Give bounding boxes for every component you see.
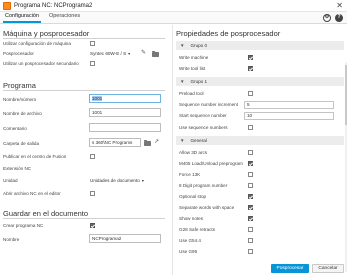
close-icon[interactable]: ✕ [336,1,343,10]
prop-label: Optional stop [179,194,207,199]
open-folder-icon[interactable]: ↗ [154,139,159,145]
divider [3,38,165,39]
collapse-triangle-icon: ▼ [180,43,185,48]
filename-label: Nombre de archivo [3,111,42,116]
nc-extension-input[interactable] [89,163,161,172]
comment-input[interactable] [89,123,161,132]
nc-extension-label: Extensión NC [3,166,32,171]
filename-input[interactable]: 1001 [89,108,161,117]
prop-label: Force 13K [179,172,201,177]
open-nc-checkbox[interactable] [90,191,95,196]
open-nc-label: Abrir archivo NC en el editor [3,191,61,196]
help-icon[interactable]: ? [335,14,343,22]
prop-label: M405 Load/Unload preprogram [179,161,243,166]
separate-words-checkbox[interactable] [248,205,253,210]
cancel-button[interactable]: Cancelar [312,264,344,273]
unit-value: Unidades de documento [90,178,140,183]
tab-configuracion[interactable]: Configuración [0,11,44,23]
force-13k-checkbox[interactable] [248,172,253,177]
postprocessor-label: Posprocesador [3,51,34,56]
eight-digit-checkbox[interactable] [248,183,253,188]
name-input[interactable]: NCPrograma2 [89,234,161,243]
prop-label: Use sequence numbers [179,125,228,130]
secondary-pp-label: Utilizar un posprocesador secundario [3,61,79,66]
chevron-down-icon: ▾ [141,178,144,183]
prop-label: Write tool list [179,66,206,71]
folder-icon[interactable] [152,50,159,57]
allow-3d-arcs-checkbox[interactable] [248,150,253,155]
prop-label: Write machine [179,55,209,60]
create-program-label: Crear programa NC [3,223,44,228]
prop-label: Separate words with space [179,205,235,210]
show-notes-checkbox[interactable] [248,216,253,221]
prop-label: Sequence number increment [179,102,238,107]
start-sequence-input[interactable]: 10 [244,112,334,120]
prop-label: Show notes [179,216,204,221]
left-panel: Máquina y posprocesador Utilizar configu… [0,25,170,275]
tab-operaciones[interactable]: Operaciones [44,11,85,23]
write-machine-checkbox[interactable] [248,55,253,60]
m405-checkbox[interactable] [248,161,253,166]
group-name: Grupo 0 [190,43,208,48]
edit-pencil-icon[interactable]: ✎ [141,50,146,56]
app-icon [3,1,11,10]
prop-label: Preload tool [179,91,204,96]
divider [3,218,165,219]
chevron-down-icon: ▾ [128,51,131,56]
properties-title: Propiedades de posprocesador [176,29,281,38]
prop-label: Start sequence number [179,113,227,118]
output-folder-label: Carpeta de salida [3,141,40,146]
window-title: Programa NC: NCPrograma2 [14,2,93,9]
prop-label: 8 Digit program number [179,183,228,188]
prop-label: Use G54.4 [179,238,201,243]
unit-label: Unidad [3,178,18,183]
optional-stop-checkbox[interactable] [248,194,253,199]
post-button[interactable]: Posprocesar [271,264,309,273]
machine-section-title: Máquina y posprocesador [3,29,90,38]
g28-checkbox[interactable] [248,227,253,232]
collapse-triangle-icon: ▼ [180,138,185,143]
comment-label: Comentario [3,126,27,131]
prop-label: G28 Safe retracts [179,227,216,232]
prop-label: Use G95 [179,249,198,254]
properties-panel: Propiedades de posprocesador ▼ Grupo 0 W… [172,25,347,275]
group-name: General [190,138,207,143]
prop-label: Allow 3D arcs [179,150,208,155]
unit-select[interactable]: Unidades de documento ▾ [90,178,144,183]
name-label: Nombre [3,237,20,242]
post-to-fusion-label: Publicar en el centro de Fusion [3,154,67,159]
group-header-general[interactable]: ▼ General [176,136,344,145]
preload-tool-checkbox[interactable] [248,91,253,96]
group-name: Grupo 1 [190,79,208,84]
number-value: 1001 [92,96,103,101]
postprocessor-select[interactable]: Syntec 60W-E / S ▾ [90,51,130,56]
divider [3,90,165,91]
tab-bar: Configuración Operaciones [0,12,347,24]
number-input[interactable]: 1001 [89,94,161,103]
group-header-grupo-0[interactable]: ▼ Grupo 0 [176,41,344,50]
use-machine-config-label: Utilizar configuración de máquina [3,41,71,46]
use-g544-checkbox[interactable] [248,238,253,243]
write-tool-list-checkbox[interactable] [248,66,253,71]
save-section-title: Guardar en el documento [3,209,89,218]
group-header-grupo-1[interactable]: ▼ Grupo 1 [176,77,344,86]
use-machine-config-checkbox[interactable] [90,41,95,46]
program-section-title: Programa [3,81,36,90]
browse-folder-icon[interactable] [144,139,151,146]
post-to-fusion-checkbox[interactable] [90,154,95,159]
use-sequence-numbers-checkbox[interactable] [248,125,253,130]
sequence-increment-input[interactable]: 5 [244,101,334,109]
secondary-pp-checkbox[interactable] [90,61,95,66]
output-folder-input[interactable]: s 360\NC Programs [89,138,141,147]
postprocessor-value: Syntec 60W-E / S [90,51,127,56]
create-program-checkbox[interactable] [90,223,95,228]
settings-icon[interactable]: ⚙ [323,14,331,22]
top-icons: ⚙ ? [323,14,343,22]
number-label: Nombre/número [3,97,37,102]
collapse-triangle-icon: ▼ [180,79,185,84]
use-g95-checkbox[interactable] [248,249,253,254]
